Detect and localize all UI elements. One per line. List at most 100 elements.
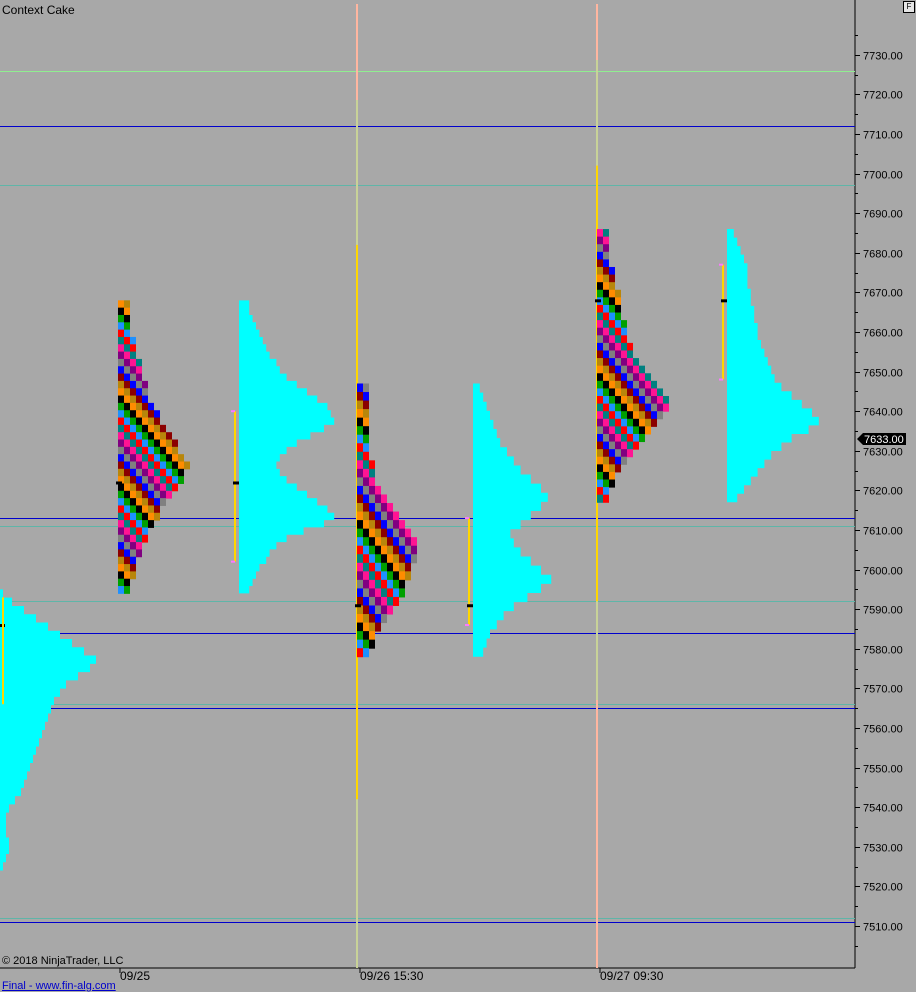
tpo-block [621, 335, 627, 344]
tpo-block [160, 490, 166, 499]
tpo-block [615, 327, 621, 336]
y-axis-tick-label: 7580.00 [863, 645, 903, 657]
tpo-block [130, 439, 136, 448]
tpo-block [172, 454, 178, 462]
tpo-block [184, 461, 190, 470]
tpo-block [148, 490, 154, 499]
tpo-block [603, 365, 609, 374]
tpo-block [166, 468, 172, 477]
tpo-block [130, 336, 136, 345]
tpo-block [597, 358, 603, 367]
tpo-block [621, 403, 627, 412]
tpo-block [369, 614, 375, 624]
footer-link[interactable]: Final - www.fin-alg.com [2, 980, 116, 992]
tpo-block [118, 468, 124, 477]
tpo-block [393, 545, 399, 555]
tpo-block [615, 441, 621, 450]
tpo-block [615, 388, 621, 397]
tpo-block [615, 320, 621, 329]
tpo-block [633, 418, 639, 427]
tpo-block [160, 498, 166, 506]
tpo-block [651, 403, 657, 412]
tpo-block [357, 571, 363, 581]
tpo-block [597, 449, 603, 458]
tpo-block [124, 571, 130, 580]
tpo-block [597, 464, 603, 473]
tpo-block [375, 596, 381, 606]
tpo-block [130, 432, 136, 441]
tpo-block [130, 498, 136, 506]
tpo-block [154, 417, 160, 426]
tpo-block [118, 329, 124, 338]
tpo-block [142, 432, 148, 441]
y-axis-tick-label: 7670.00 [863, 288, 903, 300]
tpo-block [124, 402, 130, 411]
tpo-block [633, 411, 639, 420]
tpo-block [375, 579, 381, 589]
tpo-block [603, 441, 609, 450]
tpo-block [130, 358, 136, 367]
tpo-block [124, 586, 130, 594]
tpo-block [148, 402, 154, 411]
tpo-block [136, 512, 142, 521]
tpo-block [124, 388, 130, 397]
tpo-block [369, 511, 375, 521]
y-axis-tick-label: 7650.00 [863, 368, 903, 380]
tpo-block [154, 490, 160, 499]
tpo-block [603, 433, 609, 443]
tpo-block [136, 373, 142, 382]
tpo-block [603, 396, 609, 405]
tpo-block [597, 236, 603, 245]
market-profile-chart[interactable]: 7510.00 7520.00 7530.00 7540.00 7550.00 7560.… [0, 0, 916, 990]
tpo-block [597, 388, 603, 397]
tpo-block [393, 562, 399, 572]
tpo-block [118, 322, 124, 331]
tpo-block [597, 471, 603, 481]
tpo-block [124, 520, 130, 528]
tpo-block [142, 454, 148, 462]
tpo-block [609, 426, 615, 435]
tpo-block [603, 229, 609, 238]
tpo-block [124, 490, 130, 499]
chart-title: Context Cake [2, 3, 75, 17]
tpo-block [597, 244, 603, 253]
tpo-block [142, 395, 148, 404]
tpo-block [130, 373, 136, 382]
tpo-block [603, 426, 609, 435]
tpo-block [645, 396, 651, 405]
tpo-block [369, 537, 375, 547]
tpo-block [387, 571, 393, 581]
poc-marker [116, 481, 122, 485]
tpo-block [142, 417, 148, 426]
tpo-block [645, 380, 651, 389]
tpo-block [136, 454, 142, 462]
tpo-block [357, 614, 363, 624]
tpo-block [357, 451, 363, 461]
tpo-block [603, 373, 609, 382]
y-axis-tick-label: 7700.00 [863, 170, 903, 182]
tpo-block [136, 424, 142, 433]
tpo-block [130, 446, 136, 455]
format-button[interactable]: F [903, 1, 915, 13]
tpo-block [609, 350, 615, 359]
tpo-block [627, 418, 633, 427]
tpo-block [160, 446, 166, 455]
tpo-block [603, 259, 609, 268]
tpo-block [118, 490, 124, 499]
tpo-block [597, 479, 603, 488]
tpo-block [154, 432, 160, 441]
tpo-block [124, 549, 130, 558]
tpo-block [615, 449, 621, 458]
tpo-block [375, 494, 381, 504]
tpo-block [597, 320, 603, 329]
tpo-block [172, 468, 178, 477]
tpo-block [363, 622, 369, 632]
tpo-block [124, 410, 130, 419]
tpo-block [178, 476, 184, 484]
tpo-block [609, 304, 615, 314]
y-axis-tick-label: 7600.00 [863, 566, 903, 578]
tpo-block [627, 388, 633, 397]
tpo-block [381, 605, 387, 615]
tpo-block [603, 471, 609, 481]
poc-marker [355, 604, 361, 608]
